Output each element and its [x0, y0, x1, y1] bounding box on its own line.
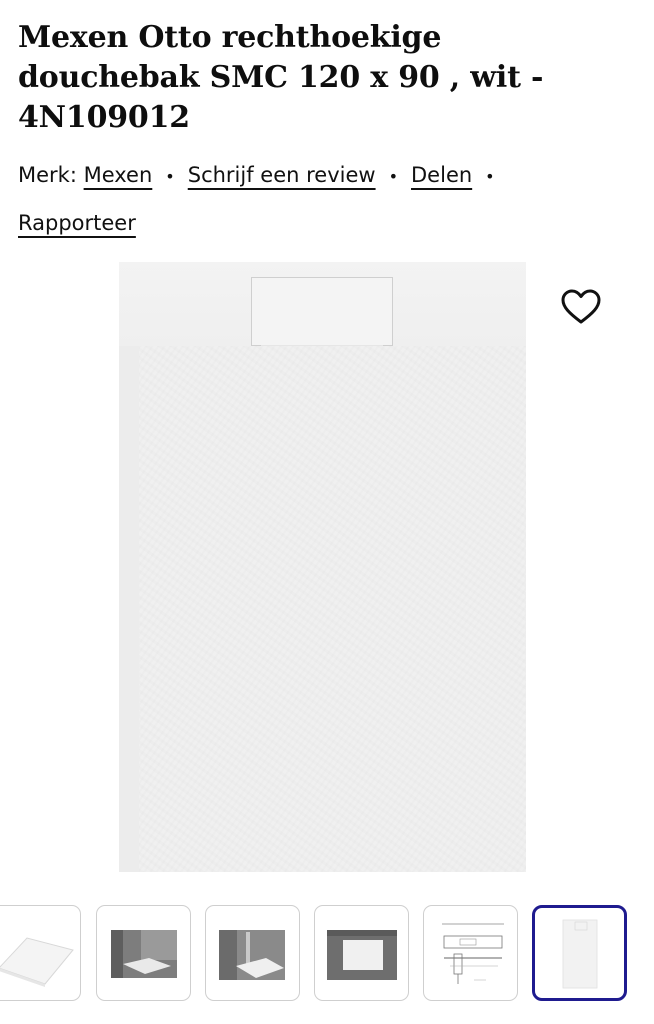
product-meta: Merk: Mexen • Schrijf een review • Delen • Ra…	[18, 152, 638, 246]
write-review-link[interactable]: Schrijf een review	[188, 163, 376, 187]
thumbnail-tray-front-image	[562, 919, 598, 989]
thumbnail-4[interactable]	[314, 905, 409, 1001]
brand-label: Merk:	[18, 163, 77, 187]
separator-dot: •	[485, 167, 495, 186]
thumbnail-5[interactable]	[423, 905, 518, 1001]
shower-tray-surface	[139, 346, 526, 872]
heart-outline-icon	[561, 289, 601, 324]
thumbnail-topview-photo-image	[327, 930, 397, 980]
image-thumbnail-strip	[0, 905, 654, 1003]
thumbnail-bathroom-photo-image	[111, 930, 177, 978]
separator-dot: •	[165, 167, 175, 186]
brand-link[interactable]: Mexen	[84, 163, 153, 187]
separator-dot: •	[388, 167, 399, 186]
product-title-line-1: Mexen Otto rechthoekige	[18, 20, 442, 55]
thumbnail-technical-drawing-image	[442, 923, 504, 984]
thumbnail-tray-perspective-image	[0, 937, 74, 987]
share-link[interactable]: Delen	[411, 163, 472, 187]
wishlist-button[interactable]	[558, 286, 604, 328]
product-title-line-3: 4N109012	[18, 100, 190, 135]
thumbnail-1[interactable]	[0, 905, 81, 1001]
report-link[interactable]: Rapporteer	[18, 211, 136, 235]
thumbnail-6-selected[interactable]	[532, 905, 627, 1001]
thumbnail-3[interactable]	[205, 905, 300, 1001]
thumbnail-2[interactable]	[96, 905, 191, 1001]
shower-tray-edge	[119, 346, 139, 872]
product-title: Mexen Otto rechthoekige douchebak SMC 12…	[18, 18, 618, 138]
product-title-line-2: douchebak SMC 120 x 90 , wit -	[18, 60, 544, 95]
shower-tray-drain-cover	[251, 277, 393, 346]
thumbnail-shower-photo-image	[219, 930, 285, 980]
product-main-image[interactable]	[119, 262, 526, 872]
